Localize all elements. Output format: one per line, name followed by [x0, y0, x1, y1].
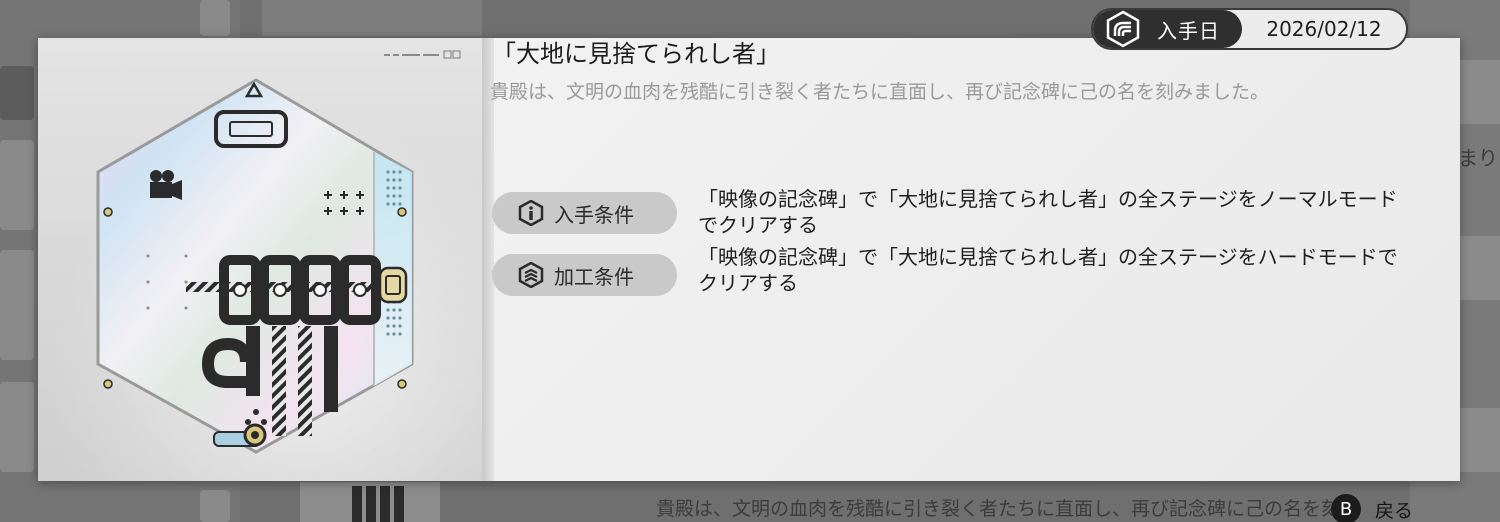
condition-row-process: 加工条件 「映像の記念碑」で「大地に見捨てられし者」の全ステージをハードモードで…	[492, 245, 1398, 296]
medal-image	[96, 78, 414, 454]
medal-title: 「大地に見捨てられし者」	[492, 40, 780, 68]
signal-arc-icon	[1106, 10, 1140, 48]
b-button-icon[interactable]: B	[1331, 494, 1361, 522]
acquired-label-block: 入手日	[1093, 10, 1242, 48]
background-tile	[200, 490, 230, 522]
condition-row-acquire: 入手条件 「映像の記念碑」で「大地に見捨てられし者」の全ステージをノーマルモード…	[492, 187, 1398, 238]
background-item-text: まり	[1458, 146, 1498, 170]
process-condition-pill: 加工条件	[492, 254, 677, 296]
medal-bottom-screw	[243, 423, 267, 447]
acquired-date: 2026/02/12	[1266, 17, 1382, 41]
medal-description: 貴殿は、文明の血肉を残酷に引き裂く者たちに直面し、再び記念碑に己の名を刻みました…	[490, 81, 1270, 103]
back-label[interactable]: 戻る	[1375, 496, 1413, 522]
background-tile	[0, 66, 34, 120]
acquire-condition-text: 「映像の記念碑」で「大地に見捨てられし者」の全ステージをノーマルモードでクリアす…	[698, 187, 1398, 237]
medal-art-panel	[38, 38, 482, 481]
background-tile	[0, 250, 34, 360]
background-medal-card	[262, 0, 482, 36]
acquire-condition-label: 入手条件	[554, 202, 634, 227]
decor-marks	[384, 50, 461, 59]
back-button[interactable]: B 戻る	[1331, 494, 1413, 522]
process-condition-text: 「映像の記念碑」で「大地に見捨てられし者」の全ステージをハードモードでクリアする	[698, 245, 1398, 295]
layers-hexagon-icon	[518, 262, 544, 288]
acquired-date-badge: 入手日 2026/02/12	[1091, 8, 1408, 50]
background-description-text: 貴殿は、文明の血肉を残酷に引き裂く者たちに直面し、再び記念碑に己の名を刻みま	[656, 498, 1346, 520]
background-tile	[200, 0, 230, 36]
acquire-condition-pill: 入手条件	[492, 192, 677, 234]
background-tile	[0, 140, 34, 230]
acquired-label: 入手日	[1157, 18, 1220, 43]
background-tile	[0, 382, 34, 472]
info-hexagon-icon	[518, 200, 544, 226]
background-medal-card	[300, 482, 440, 522]
process-condition-label: 加工条件	[554, 264, 634, 289]
